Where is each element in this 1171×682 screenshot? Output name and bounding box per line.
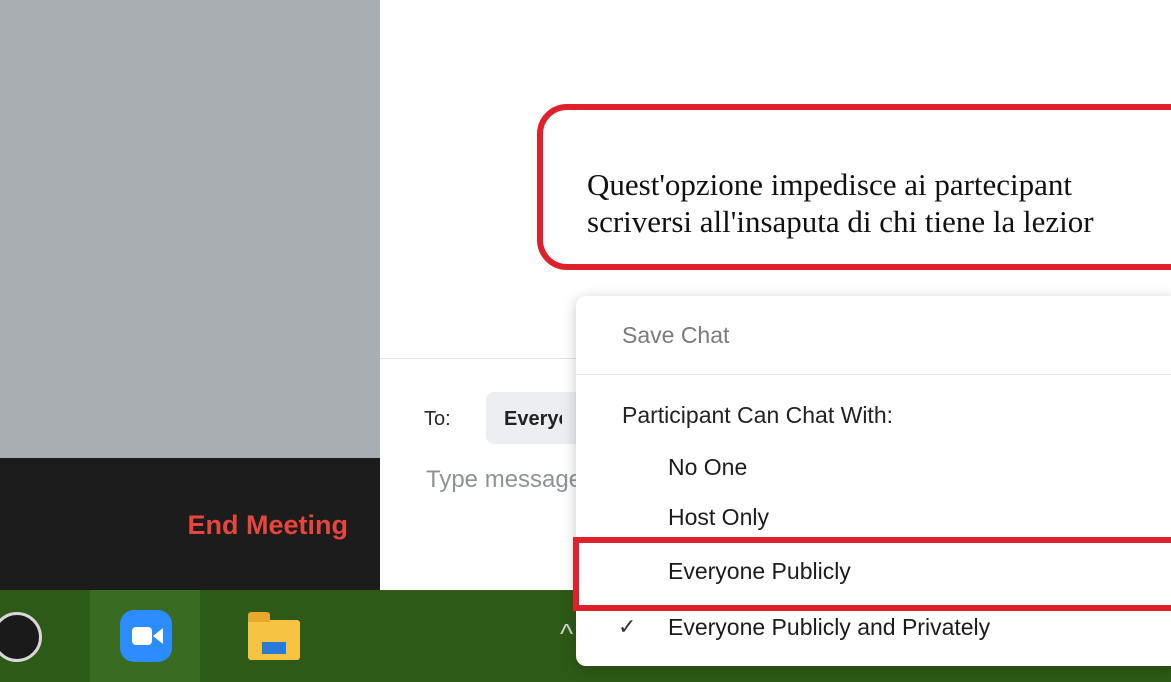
option-label: No One	[668, 454, 748, 480]
permission-header-label: Participant Can Chat With:	[622, 402, 894, 428]
message-input[interactable]: Type message here...	[426, 466, 576, 494]
menu-divider	[576, 374, 1171, 375]
meeting-controls-bar: End Meeting	[0, 458, 380, 590]
annotation-callout: Quest'opzione impedisce ai partecipant s…	[537, 104, 1171, 270]
video-panel	[0, 0, 380, 458]
obs-icon[interactable]	[0, 590, 70, 682]
save-chat-item[interactable]: Save Chat	[576, 316, 1171, 356]
recipient-value: Everyone	[504, 408, 562, 430]
save-chat-label: Save Chat	[622, 322, 730, 348]
callout-line-2: scriversi all'insaputa di chi tiene la l…	[587, 204, 1094, 239]
zoom-icon[interactable]	[90, 590, 200, 682]
annotation-highlight-box	[573, 537, 1171, 611]
to-label: To:	[424, 408, 451, 430]
option-label: Host Only	[668, 504, 769, 530]
option-host-only[interactable]: Host Only	[576, 498, 1171, 538]
end-meeting-button[interactable]: End Meeting	[188, 510, 349, 541]
checkmark-icon: ✓	[618, 614, 637, 639]
callout-text: Quest'opzione impedisce ai partecipant s…	[587, 166, 1094, 240]
callout-line-1: Quest'opzione impedisce ai partecipant	[587, 167, 1073, 202]
file-explorer-icon[interactable]	[240, 590, 310, 682]
option-no-one[interactable]: No One	[576, 448, 1171, 488]
permission-header: Participant Can Chat With:	[576, 396, 1171, 436]
option-everyone-publicly-and-privately[interactable]: ✓ Everyone Publicly and Privately	[576, 608, 1171, 648]
option-label: Everyone Publicly and Privately	[668, 614, 991, 640]
tray-chevron-icon[interactable]: ^	[560, 618, 573, 650]
